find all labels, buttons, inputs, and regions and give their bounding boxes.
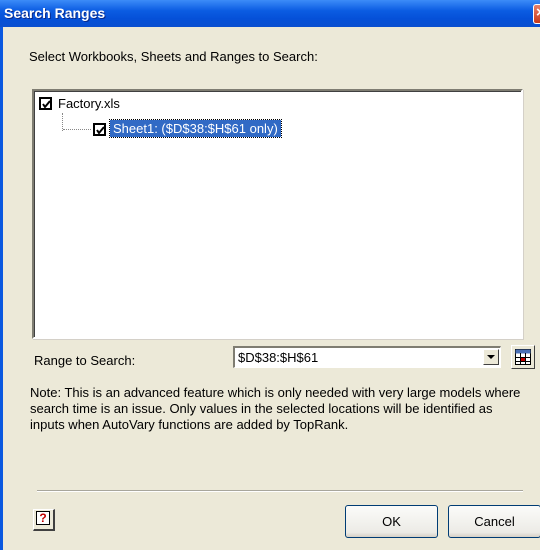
chevron-down-icon bbox=[487, 355, 495, 359]
range-picker-button[interactable] bbox=[511, 345, 535, 369]
sheet1-checkbox[interactable] bbox=[93, 123, 106, 136]
instruction-label: Select Workbooks, Sheets and Ranges to S… bbox=[29, 49, 318, 64]
tree-item-sheet1[interactable]: Sheet1: ($D$38:$H$61 only) bbox=[109, 119, 282, 138]
range-dropdown-button[interactable] bbox=[483, 349, 499, 365]
search-ranges-dialog: Search Ranges × Select Workbooks, Sheets… bbox=[0, 0, 540, 550]
range-to-search-label: Range to Search: bbox=[34, 353, 136, 368]
workbook-tree[interactable]: Factory.xls Sheet1: ($D$38:$H$61 only) bbox=[32, 89, 523, 339]
range-to-search-combobox[interactable]: $D$38:$H$61 bbox=[233, 346, 501, 368]
cancel-button[interactable]: Cancel bbox=[448, 505, 540, 538]
help-button[interactable]: ? bbox=[33, 509, 55, 531]
checkmark-icon bbox=[96, 126, 105, 135]
title-bar: Search Ranges × bbox=[0, 0, 540, 27]
divider bbox=[37, 490, 523, 492]
help-icon: ? bbox=[36, 511, 50, 525]
factory-checkbox[interactable] bbox=[39, 97, 52, 110]
close-icon: × bbox=[536, 5, 540, 21]
checkmark-icon bbox=[42, 100, 51, 109]
tree-connector-line bbox=[63, 129, 91, 130]
range-value[interactable]: $D$38:$H$61 bbox=[238, 350, 318, 365]
close-button[interactable]: × bbox=[533, 4, 540, 24]
tree-item-factory[interactable]: Factory.xls bbox=[58, 96, 120, 111]
note-text: Note: This is an advanced feature which … bbox=[30, 385, 521, 432]
window-title: Search Ranges bbox=[4, 5, 106, 21]
ok-button[interactable]: OK bbox=[345, 505, 438, 538]
range-selector-icon bbox=[515, 349, 531, 365]
